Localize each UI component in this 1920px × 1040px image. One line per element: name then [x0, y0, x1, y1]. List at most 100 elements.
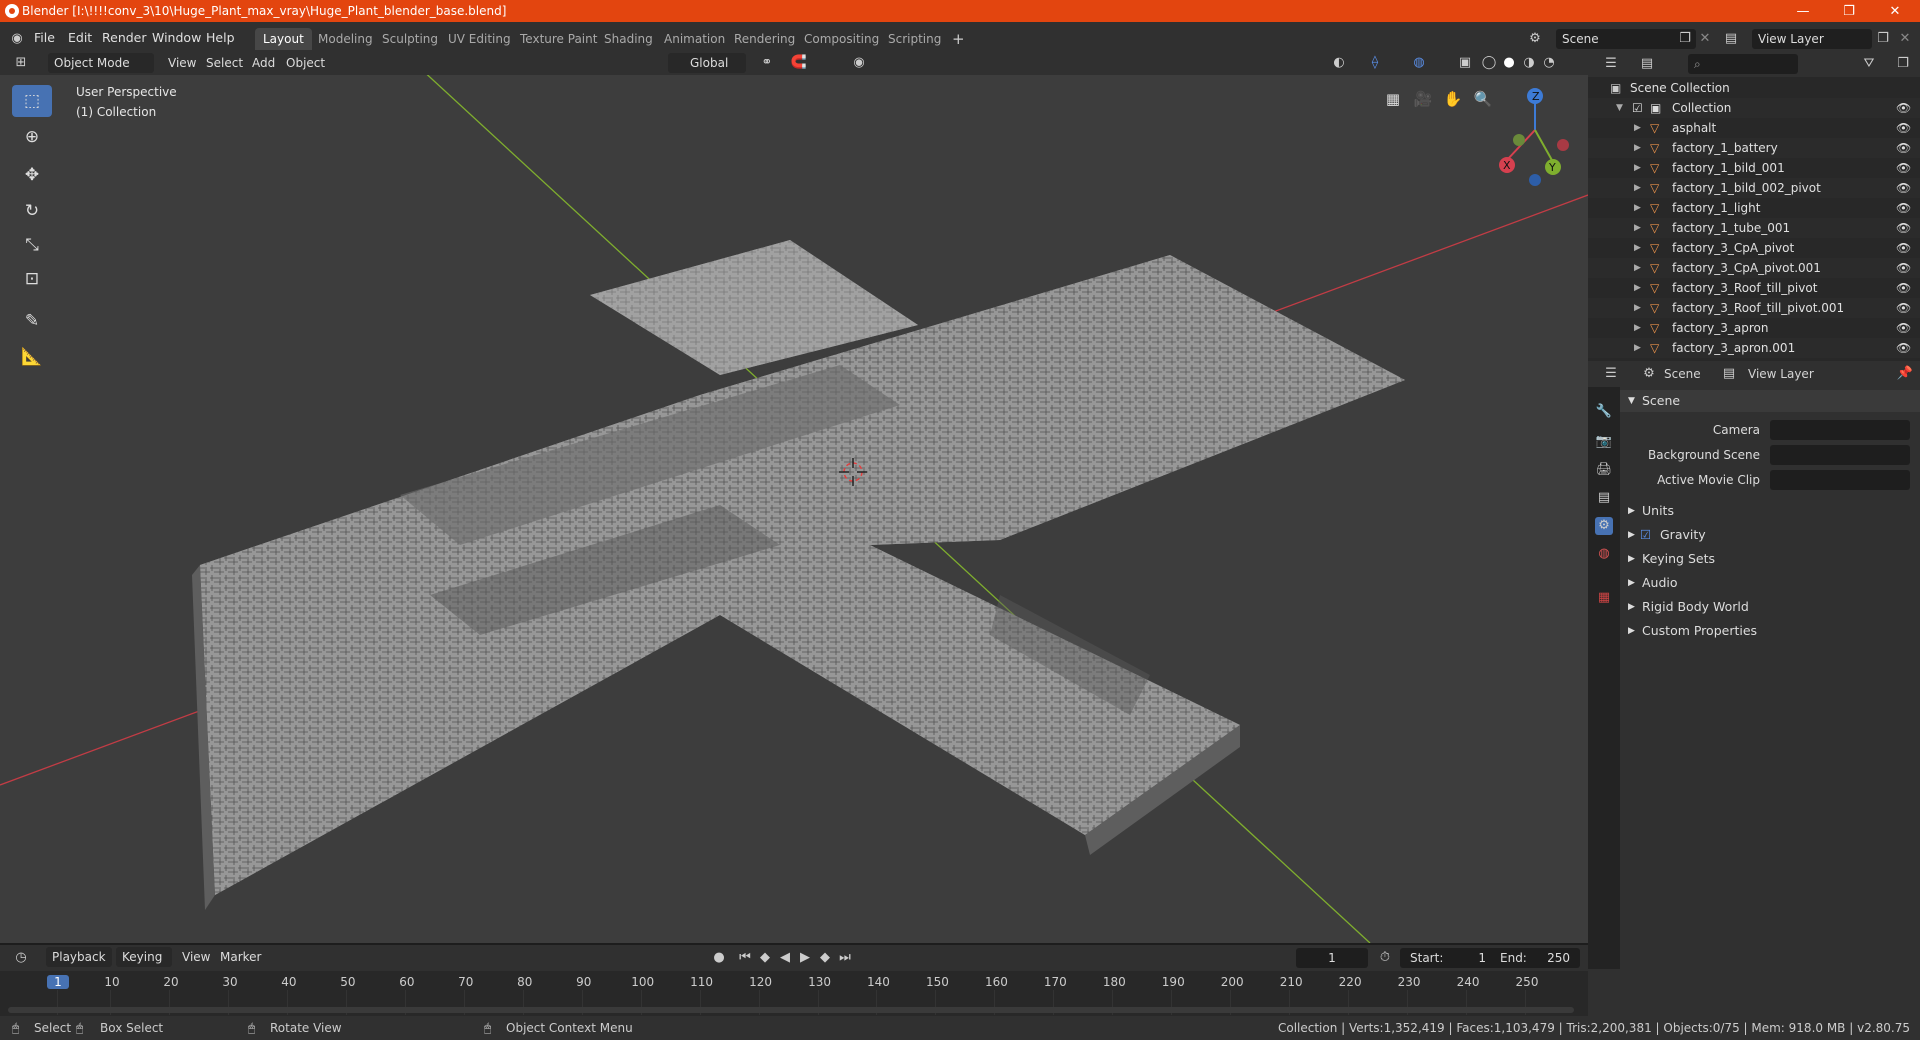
background-scene-field[interactable] [1770, 445, 1910, 465]
world-properties-icon[interactable]: ◍ [1595, 545, 1613, 563]
snap-icon[interactable]: 🧲 [790, 54, 808, 72]
transform-tool-icon[interactable]: ⊡ [12, 263, 52, 295]
eye-icon[interactable]: 👁 [1896, 178, 1911, 198]
scale-tool-icon[interactable]: ⤡ [12, 229, 52, 261]
expand-arrow-icon[interactable]: ▶ [1634, 238, 1641, 258]
zoom-icon[interactable]: 🔍 [1470, 86, 1496, 112]
editor-type-icon[interactable]: ⊞ [12, 54, 30, 72]
toggle-perspective-icon[interactable]: ▦ [1380, 86, 1406, 112]
select-box-tool-icon[interactable]: ⬚ [12, 85, 52, 117]
eye-icon[interactable]: 👁 [1896, 118, 1911, 138]
outliner-row-object[interactable]: ▶ ▽ factory_3_apron 👁 [1588, 318, 1920, 338]
prev-keyframe-icon[interactable]: ◆ [756, 949, 774, 967]
tab-sculpting[interactable]: Sculpting [374, 28, 446, 50]
outliner-row-object[interactable]: ▶ ▽ factory_1_battery 👁 [1588, 138, 1920, 158]
checkbox-icon[interactable]: ☑ [1632, 98, 1643, 118]
camera-view-icon[interactable]: 🎥 [1410, 86, 1436, 112]
outliner-row-object[interactable]: ▶ ▽ factory_1_bild_002_pivot 👁 [1588, 178, 1920, 198]
menu-file[interactable]: File [28, 28, 61, 48]
outliner-editor-icon[interactable]: ☰ [1602, 55, 1620, 73]
play-reverse-icon[interactable]: ◀ [776, 949, 794, 967]
filter-icon[interactable]: ⛛ [1860, 55, 1878, 73]
eye-icon[interactable]: 👁 [1896, 278, 1911, 298]
tab-compositing[interactable]: Compositing [796, 28, 887, 50]
active-movie-clip-field[interactable] [1770, 470, 1910, 490]
record-icon[interactable]: ● [710, 949, 728, 967]
eye-icon[interactable]: 👁 [1896, 218, 1911, 238]
eye-icon[interactable]: 👁 [1896, 138, 1911, 158]
view-layer-selector[interactable]: View Layer [1752, 29, 1872, 49]
current-frame-field[interactable]: 1 [1296, 948, 1368, 968]
end-frame-field[interactable]: End: 250 [1490, 948, 1580, 968]
eye-icon[interactable]: 👁 [1896, 318, 1911, 338]
menu-help[interactable]: Help [200, 28, 241, 48]
properties-section[interactable]: ▶ ☑ Gravity [1620, 524, 1920, 546]
eye-icon[interactable]: 👁 [1896, 338, 1911, 358]
clock-icon[interactable]: ⏱ [1376, 949, 1394, 967]
properties-editor-icon[interactable]: ☰ [1602, 365, 1620, 383]
camera-field[interactable] [1770, 420, 1910, 440]
blender-menu-icon[interactable]: ◉ [8, 30, 26, 48]
properties-section[interactable]: ▶ Audio [1620, 572, 1920, 594]
properties-section[interactable]: ▶ Rigid Body World [1620, 596, 1920, 618]
rotate-tool-icon[interactable]: ↻ [12, 195, 52, 227]
menu-render[interactable]: Render [96, 28, 153, 48]
jump-end-icon[interactable]: ⏭ [836, 949, 854, 967]
overlay-toggle-icon[interactable]: ◍ [1410, 54, 1428, 72]
gravity-checkbox-icon[interactable]: ☑ [1640, 524, 1651, 546]
timeline-editor-icon[interactable]: ◷ [12, 949, 30, 967]
expand-arrow-icon[interactable]: ▶ [1634, 338, 1641, 358]
expand-arrow-icon[interactable]: ▶ [1634, 118, 1641, 138]
expand-arrow-icon[interactable]: ▶ [1634, 318, 1641, 338]
outliner-row-scene-collection[interactable]: ▣ Scene Collection [1588, 78, 1920, 98]
new-collection-icon[interactable]: ❐ [1894, 55, 1912, 73]
mode-selector[interactable]: Object Mode [48, 53, 154, 73]
outliner-row-collection[interactable]: ▼ ☑ ▣ Collection 👁 [1588, 98, 1920, 118]
new-scene-icon[interactable]: ❐ [1676, 30, 1694, 48]
outliner-search-input[interactable]: ⌕ [1688, 54, 1798, 74]
outliner-row-object[interactable]: ▶ ▽ factory_3_CpA_pivot.001 👁 [1588, 258, 1920, 278]
new-view-layer-icon[interactable]: ❐ [1874, 30, 1892, 48]
play-icon[interactable]: ▶ [796, 949, 814, 967]
expand-arrow-icon[interactable]: ▶ [1634, 218, 1641, 238]
expand-arrow-icon[interactable]: ▶ [1634, 178, 1641, 198]
scene-properties-icon[interactable]: ⚙ [1595, 517, 1613, 535]
add-workspace-button[interactable]: + [944, 28, 973, 50]
eye-icon[interactable]: 👁 [1896, 258, 1911, 278]
rendered-shading-icon[interactable]: ◔ [1540, 54, 1558, 72]
tool-properties-icon[interactable]: 🔧 [1595, 403, 1613, 421]
outliner-row-object[interactable]: ▶ ▽ factory_3_apron.001 👁 [1588, 338, 1920, 358]
timeline-scrollbar[interactable] [8, 1007, 1574, 1013]
texture-properties-icon[interactable]: ▦ [1595, 589, 1613, 607]
properties-view-layer-label[interactable]: View Layer [1748, 367, 1814, 381]
keying-menu[interactable]: Keying [116, 947, 172, 967]
proportional-edit-icon[interactable]: ◉ [850, 54, 868, 72]
solid-shading-icon[interactable]: ● [1500, 54, 1518, 72]
jump-start-icon[interactable]: ⏮ [736, 949, 754, 967]
outliner-row-object[interactable]: ▶ ▽ factory_1_tube_001 👁 [1588, 218, 1920, 238]
render-properties-icon[interactable]: 📷 [1595, 433, 1613, 451]
outliner-row-object[interactable]: ▶ ▽ factory_3_Roof_till_pivot.001 👁 [1588, 298, 1920, 318]
minimize-button[interactable]: — [1780, 0, 1826, 22]
expand-arrow-icon[interactable]: ▶ [1634, 258, 1641, 278]
menu-view[interactable]: View [162, 53, 202, 73]
3d-viewport[interactable]: Z X Y User Perspective (1) Collection ▦ … [0, 75, 1588, 943]
eye-icon[interactable]: 👁 [1896, 98, 1911, 118]
wireframe-shading-icon[interactable]: ◯ [1480, 54, 1498, 72]
orientation-selector[interactable]: Global [668, 53, 746, 73]
menu-add[interactable]: Add [246, 53, 281, 73]
outliner-row-object[interactable]: ▶ ▽ asphalt 👁 [1588, 118, 1920, 138]
expand-arrow-icon[interactable]: ▶ [1634, 298, 1641, 318]
tab-uv-editing[interactable]: UV Editing [440, 28, 519, 50]
outliner-row-object[interactable]: ▶ ▽ factory_3_Roof_till_pivot 👁 [1588, 278, 1920, 298]
tab-texture-paint[interactable]: Texture Paint [512, 28, 605, 50]
playback-menu[interactable]: Playback [46, 947, 112, 967]
display-mode-icon[interactable]: ▤ [1638, 55, 1656, 73]
tab-layout[interactable]: Layout [255, 28, 312, 50]
outliner-row-object[interactable]: ▶ ▽ factory_1_light 👁 [1588, 198, 1920, 218]
measure-tool-icon[interactable]: 📐 [12, 341, 52, 373]
tab-scripting[interactable]: Scripting [880, 28, 949, 50]
properties-scene-label[interactable]: Scene [1664, 367, 1701, 381]
expand-arrow-icon[interactable]: ▶ [1634, 198, 1641, 218]
timeline-view-menu[interactable]: View [176, 947, 216, 967]
